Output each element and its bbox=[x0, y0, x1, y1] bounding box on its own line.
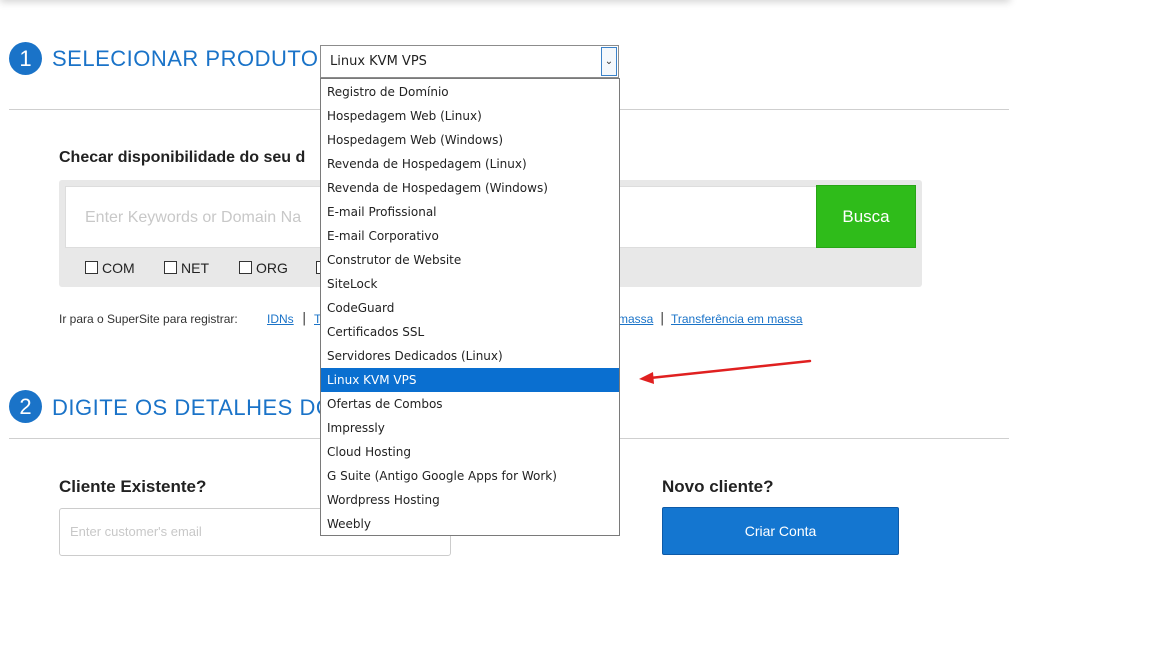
dropdown-option[interactable]: Revenda de Hospedagem (Linux) bbox=[321, 152, 619, 176]
chevron-down-icon[interactable]: ⌄ bbox=[601, 47, 617, 76]
dropdown-option[interactable]: Impressly bbox=[321, 416, 619, 440]
dropdown-option[interactable]: Revenda de Hospedagem (Windows) bbox=[321, 176, 619, 200]
tld-checkbox-net[interactable]: NET bbox=[164, 260, 209, 276]
existing-customer-label: Cliente Existente? bbox=[59, 477, 207, 496]
dropdown-option[interactable]: E-mail Corporativo bbox=[321, 224, 619, 248]
link-transferencia-em-massa[interactable]: Transferência em massa bbox=[671, 312, 803, 326]
checkbox-icon[interactable] bbox=[164, 261, 177, 274]
dropdown-option[interactable]: CodeGuard bbox=[321, 296, 619, 320]
dropdown-option[interactable]: Hospedagem Web (Windows) bbox=[321, 128, 619, 152]
link-idns[interactable]: IDNs bbox=[267, 312, 294, 326]
create-account-button[interactable]: Criar Conta bbox=[662, 507, 899, 555]
product-select[interactable]: Linux KVM VPS ⌄ bbox=[320, 45, 619, 78]
checkbox-icon[interactable] bbox=[85, 261, 98, 274]
dropdown-option[interactable]: Certificados SSL bbox=[321, 320, 619, 344]
new-customer-label: Novo cliente? bbox=[662, 477, 774, 496]
dropdown-option[interactable]: Weebly bbox=[321, 512, 619, 536]
step-2-title: DIGITE OS DETALHES DO C bbox=[52, 395, 357, 420]
product-select-value: Linux KVM VPS bbox=[330, 54, 427, 69]
link-separator: | bbox=[302, 311, 307, 326]
link-separator: | bbox=[660, 311, 665, 326]
dropdown-option[interactable]: Linux KVM VPS bbox=[321, 368, 619, 392]
product-dropdown-list[interactable]: Registro de Domínio Hospedagem Web (Linux… bbox=[320, 78, 620, 536]
tld-checkbox-com[interactable]: COM bbox=[85, 260, 135, 276]
checkbox-icon[interactable] bbox=[239, 261, 252, 274]
dropdown-option[interactable]: Wordpress Hosting bbox=[321, 488, 619, 512]
domain-check-title: Checar disponibilidade do seu d bbox=[59, 149, 306, 166]
link-massa[interactable]: massa bbox=[618, 312, 653, 326]
dropdown-option[interactable]: Cloud Hosting bbox=[321, 440, 619, 464]
red-arrow-annotation-icon bbox=[639, 359, 812, 384]
dropdown-option[interactable]: Servidores Dedicados (Linux) bbox=[321, 344, 619, 368]
step-2-badge: 2 bbox=[9, 390, 42, 423]
dropdown-option[interactable]: Ofertas de Combos bbox=[321, 392, 619, 416]
dropdown-option[interactable]: SiteLock bbox=[321, 272, 619, 296]
customer-email-placeholder: Enter customer's email bbox=[70, 524, 202, 539]
domain-search-placeholder: Enter Keywords or Domain Na bbox=[85, 209, 302, 226]
search-button[interactable]: Busca bbox=[816, 185, 916, 248]
dropdown-option[interactable]: Construtor de Website bbox=[321, 248, 619, 272]
dropdown-option[interactable]: E-mail Profissional bbox=[321, 200, 619, 224]
step-1-badge: 1 bbox=[9, 42, 42, 75]
dropdown-option[interactable]: G Suite (Antigo Google Apps for Work) bbox=[321, 464, 619, 488]
dropdown-option[interactable]: Registro de Domínio bbox=[321, 80, 619, 104]
supersite-prefix: Ir para o SuperSite para registrar: bbox=[59, 312, 238, 326]
tld-checkbox-org[interactable]: ORG bbox=[239, 260, 288, 276]
dropdown-option[interactable]: Hospedagem Web (Linux) bbox=[321, 104, 619, 128]
step-1-title: SELECIONAR PRODUTO: bbox=[52, 46, 326, 71]
